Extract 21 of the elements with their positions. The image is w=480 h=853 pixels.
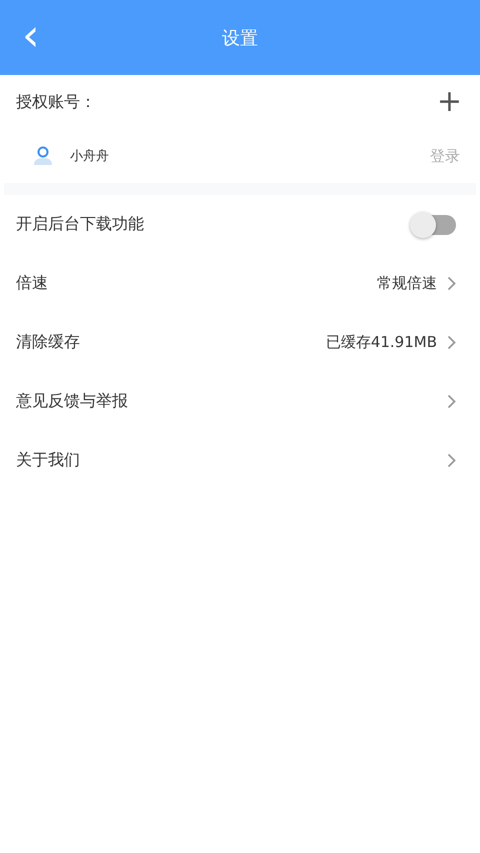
page-title: 设置 (222, 26, 258, 50)
settings-row[interactable]: 关于我们 (0, 431, 480, 490)
setting-label: 开启后台下载功能 (16, 214, 144, 235)
setting-label: 倍速 (16, 273, 48, 294)
chevron-right-icon (447, 335, 456, 350)
add-account-button[interactable]: + (436, 87, 462, 117)
setting-label: 清除缓存 (16, 332, 80, 353)
settings-row[interactable]: 倍速 常规倍速 (0, 254, 480, 313)
setting-label: 关于我们 (16, 450, 80, 471)
settings-row[interactable]: 清除缓存 已缓存41.91MB (0, 313, 480, 372)
settings-row[interactable]: 开启后台下载功能 (0, 195, 480, 254)
setting-value: 常规倍速 (377, 274, 437, 293)
user-name: 小舟舟 (70, 148, 110, 165)
chevron-right-icon (447, 453, 456, 468)
chevron-right-icon (447, 276, 456, 291)
user-icon (32, 146, 54, 166)
chevron-right-icon (447, 394, 456, 409)
setting-label: 意见反馈与举报 (16, 391, 128, 412)
section-label: 授权账号： (16, 92, 96, 112)
settings-row[interactable]: 意见反馈与举报 (0, 372, 480, 431)
setting-value: 已缓存41.91MB (326, 333, 437, 352)
